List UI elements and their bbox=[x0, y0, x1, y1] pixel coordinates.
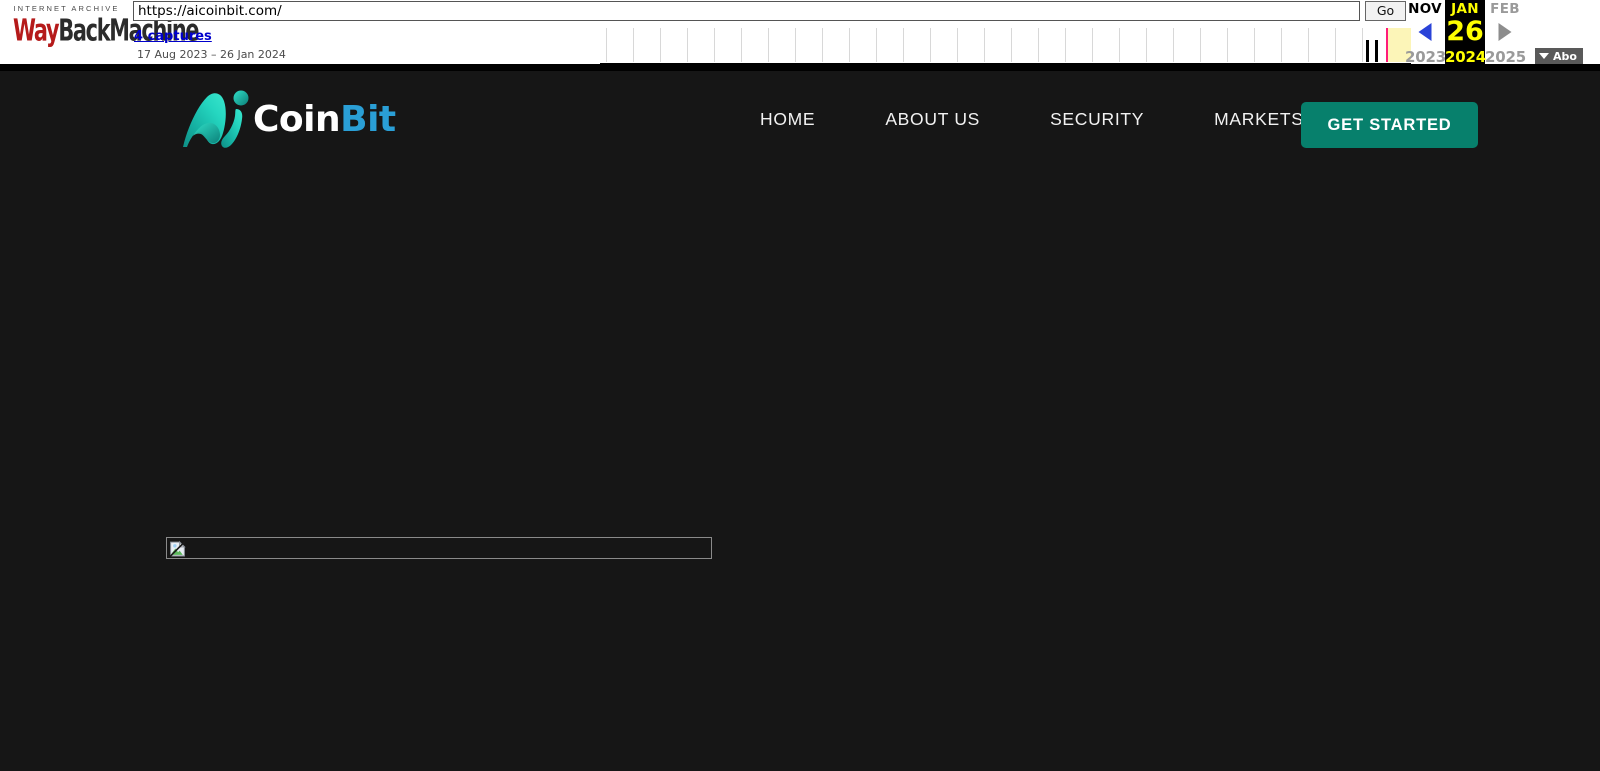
wordmark-way: Way bbox=[13, 13, 60, 49]
header-get-started-button[interactable]: GET STARTED bbox=[1301, 102, 1478, 148]
next-month-label: FEB bbox=[1490, 1, 1520, 17]
site-header: CoinBit HOME ABOUT US SECURITY MARKETS G… bbox=[0, 71, 1600, 176]
timeline-tick bbox=[822, 28, 823, 62]
current-month-label: JAN bbox=[1451, 1, 1479, 17]
chevron-right-icon[interactable] bbox=[1498, 23, 1512, 41]
wordmark-back: Back bbox=[58, 13, 110, 49]
date-nav-previous[interactable]: NOV 2023 bbox=[1405, 0, 1446, 66]
site-logo[interactable]: CoinBit bbox=[179, 89, 396, 151]
timeline-tick bbox=[957, 28, 958, 62]
timeline-tick bbox=[1200, 28, 1201, 62]
logo-text-coin: Coin bbox=[253, 99, 341, 140]
timeline-capture-bar[interactable] bbox=[1366, 40, 1369, 62]
next-capture-nav[interactable] bbox=[1485, 17, 1525, 48]
wayback-machine-wordmark: WayBackMachine bbox=[13, 13, 200, 49]
date-nav-next[interactable]: FEB 2025 bbox=[1485, 0, 1526, 66]
timeline-capture-bar[interactable] bbox=[1375, 40, 1378, 62]
previous-capture-nav[interactable] bbox=[1405, 17, 1445, 48]
timeline-tick bbox=[849, 28, 850, 62]
captures-count-link[interactable]: 4 captures bbox=[134, 29, 212, 44]
logo-text-bit: Bit bbox=[340, 99, 396, 140]
ai-logo-mark-icon bbox=[183, 90, 249, 148]
timeline-tick bbox=[876, 28, 877, 62]
nav-item-markets[interactable]: MARKETS bbox=[1214, 109, 1304, 130]
about-dropdown-button[interactable]: Abo bbox=[1535, 48, 1583, 65]
timeline-tick bbox=[1092, 28, 1093, 62]
timeline-tick bbox=[1038, 28, 1039, 62]
date-nav-current: JAN 26 2024 bbox=[1445, 0, 1486, 66]
wayback-go-button[interactable]: Go bbox=[1365, 1, 1406, 21]
wayback-date-navigator: NOV 2023 JAN 26 2024 FEB 2025 bbox=[1405, 0, 1535, 66]
timeline-tick bbox=[1308, 28, 1309, 62]
wayback-url-input[interactable] bbox=[133, 1, 1360, 21]
timeline-tick bbox=[606, 28, 607, 62]
hero-section: GET STARTED bbox=[0, 176, 1600, 771]
previous-month-label: NOV bbox=[1408, 1, 1442, 17]
timeline-tick bbox=[1065, 28, 1066, 62]
broken-image-icon bbox=[169, 540, 186, 558]
timeline-tick bbox=[1335, 28, 1336, 62]
timeline-tick bbox=[1119, 28, 1120, 62]
timeline-tick bbox=[741, 28, 742, 62]
chevron-down-icon bbox=[1539, 53, 1549, 59]
nav-item-about-us[interactable]: ABOUT US bbox=[885, 109, 980, 130]
timeline-tick bbox=[930, 28, 931, 62]
timeline-tick bbox=[1227, 28, 1228, 62]
wayback-toolbar: INTERNET ARCHIVE WayBackMachine Go 4 cap… bbox=[0, 0, 1600, 71]
timeline-tick bbox=[984, 28, 985, 62]
wayback-url-row: Go bbox=[133, 1, 1411, 22]
timeline-tick bbox=[660, 28, 661, 62]
site-logo-text: CoinBit bbox=[253, 100, 396, 140]
timeline-tick bbox=[1254, 28, 1255, 62]
timeline-tick bbox=[687, 28, 688, 62]
wayback-timeline-sparkline[interactable] bbox=[600, 28, 1411, 64]
nav-item-security[interactable]: SECURITY bbox=[1050, 109, 1144, 130]
current-day-label: 26 bbox=[1446, 16, 1484, 47]
capture-date-range: 17 Aug 2023 – 26 Jan 2024 bbox=[137, 48, 286, 61]
timeline-tick bbox=[1362, 28, 1363, 62]
about-dropdown-label: Abo bbox=[1553, 50, 1577, 63]
timeline-tick bbox=[714, 28, 715, 62]
main-navigation: HOME ABOUT US SECURITY MARKETS bbox=[760, 109, 1304, 130]
hero-broken-image-placeholder bbox=[166, 537, 712, 559]
timeline-tick bbox=[1173, 28, 1174, 62]
timeline-tick bbox=[1281, 28, 1282, 62]
timeline-tick bbox=[633, 28, 634, 62]
wayback-machine-logo[interactable]: INTERNET ARCHIVE WayBackMachine bbox=[0, 4, 200, 50]
timeline-tick bbox=[795, 28, 796, 62]
timeline-tick bbox=[768, 28, 769, 62]
nav-item-home[interactable]: HOME bbox=[760, 109, 815, 130]
chevron-left-icon[interactable] bbox=[1418, 23, 1432, 41]
timeline-selected-marker bbox=[1386, 28, 1388, 62]
internet-archive-label: INTERNET ARCHIVE bbox=[13, 4, 120, 13]
timeline-tick bbox=[903, 28, 904, 62]
archived-page: CoinBit HOME ABOUT US SECURITY MARKETS G… bbox=[0, 71, 1600, 771]
current-day-wrap: 26 bbox=[1445, 17, 1485, 48]
timeline-tick bbox=[1011, 28, 1012, 62]
toolbar-bottom-band bbox=[0, 64, 1600, 71]
timeline-tick bbox=[1146, 28, 1147, 62]
